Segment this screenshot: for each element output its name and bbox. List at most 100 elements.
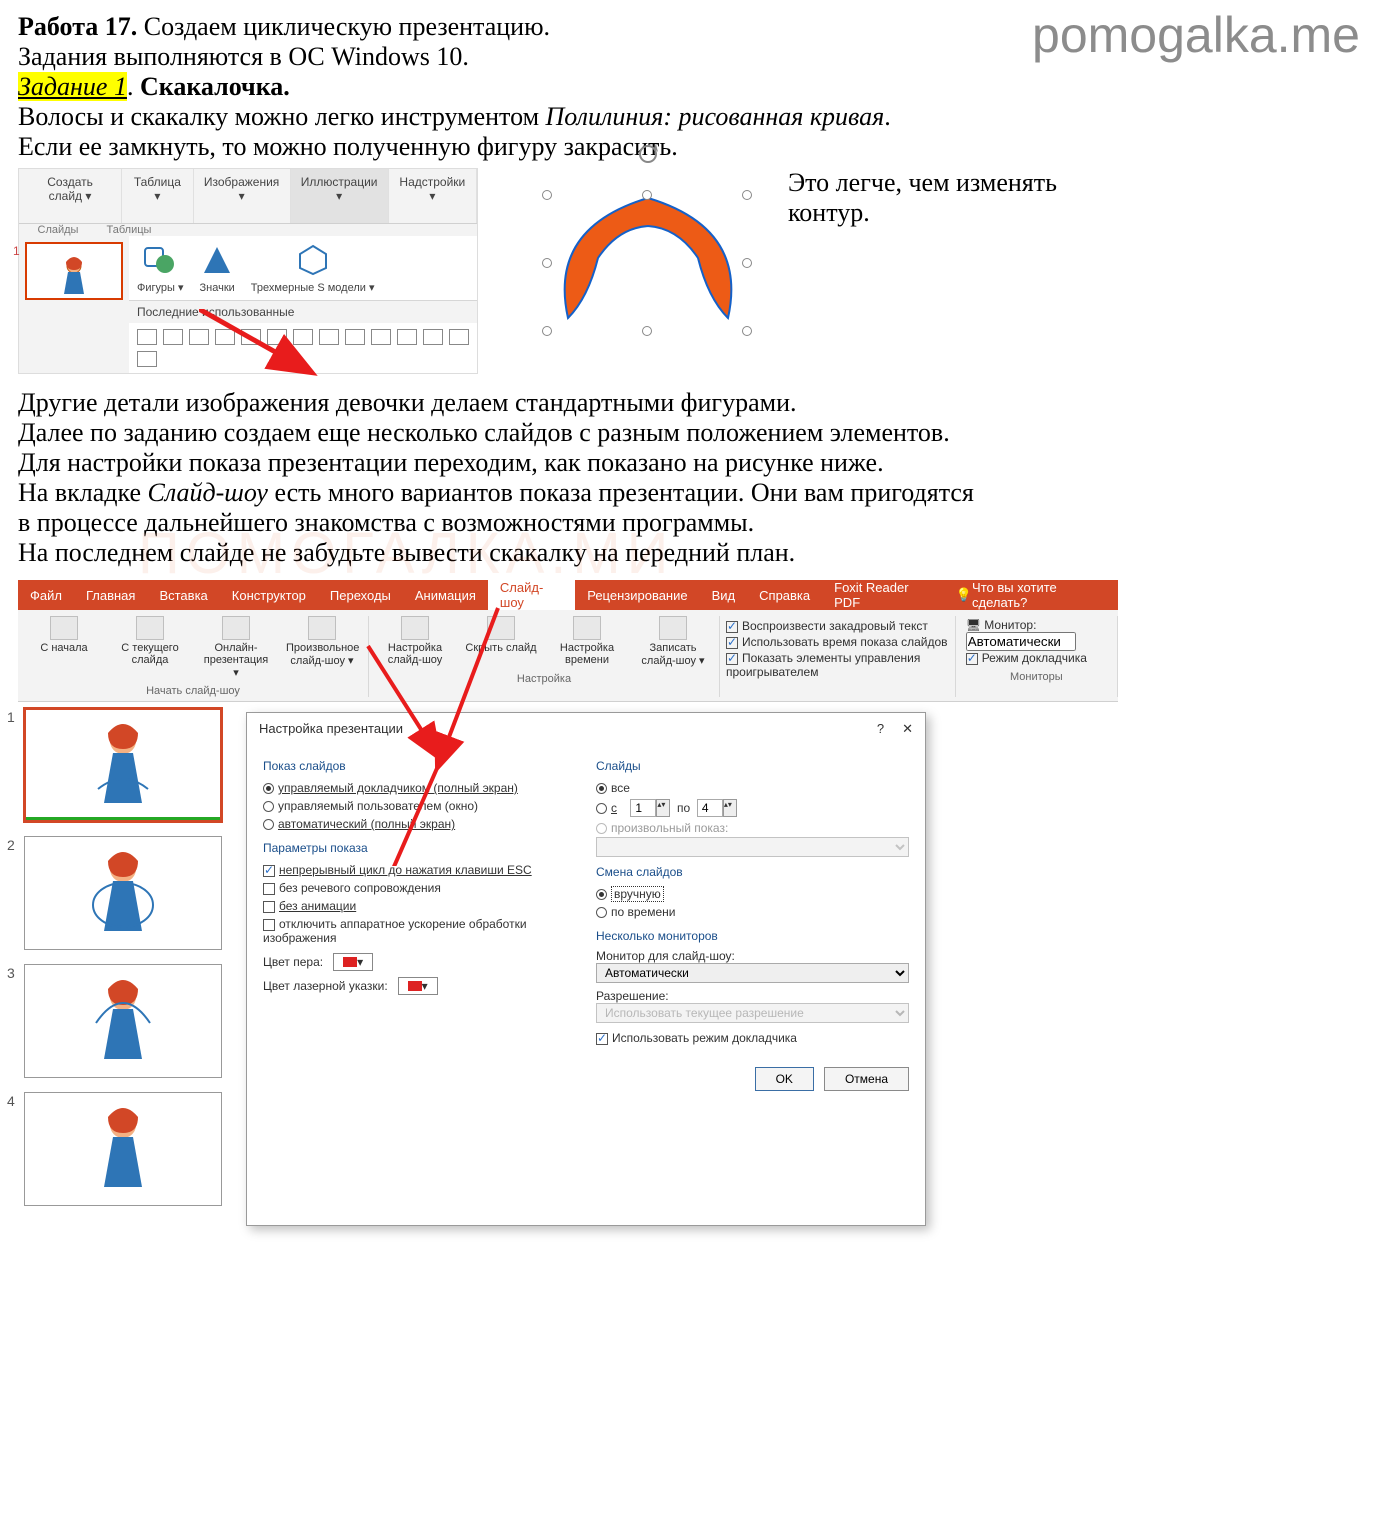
tab-home[interactable]: Главная — [74, 580, 147, 610]
shapes-dropdown[interactable]: Фигуры ▾ — [137, 242, 184, 294]
tab-insert[interactable]: Вставка — [147, 580, 219, 610]
ribbon-tabs: Файл Главная Вставка Конструктор Переход… — [18, 580, 1118, 610]
group-show-type: Показ слайдов — [263, 759, 576, 773]
btn-from-start[interactable]: С начала — [28, 616, 100, 679]
chk-use-presenter[interactable]: Использовать режим докладчика — [596, 1029, 909, 1047]
radio-browsed[interactable]: управляемый пользователем (окно) — [263, 797, 576, 815]
resolution-label: Разрешение: — [596, 989, 909, 1003]
ribbon-btn-new-slide[interactable]: Создать слайд ▾ — [19, 169, 122, 223]
ribbon-btn-images[interactable]: Изображения ▾ — [194, 169, 291, 223]
girl-icon — [88, 1103, 158, 1203]
ok-button[interactable]: OK — [755, 1067, 814, 1091]
help-icon[interactable]: ? — [877, 721, 884, 737]
rotate-handle-icon[interactable] — [638, 144, 658, 168]
slide-thumb-1[interactable]: 1 — [24, 708, 222, 822]
task-label: Задание 1 — [18, 72, 127, 101]
tab-foxit[interactable]: Foxit Reader PDF — [822, 580, 944, 610]
btn-custom-show[interactable]: Произвольное слайд-шоу ▾ — [286, 616, 358, 679]
slide-thumb-2[interactable]: 2 — [24, 836, 222, 950]
tool-name: Полилиния: рисованная кривая — [546, 102, 885, 131]
cancel-button[interactable]: Отмена — [824, 1067, 909, 1091]
slide-thumb-3[interactable]: 3 — [24, 964, 222, 1078]
side-note-2: контур. — [788, 198, 1057, 228]
radio-kiosk[interactable]: автоматический (полный экран) — [263, 815, 576, 833]
pen-color-label: Цвет пера: — [263, 955, 323, 969]
watermark: pomogalka.me — [1032, 6, 1360, 64]
tab-view[interactable]: Вид — [700, 580, 748, 610]
chk-no-animation[interactable]: без анимации — [263, 897, 576, 915]
selected-shape[interactable] — [538, 168, 758, 368]
slide-thumbnail-1[interactable]: 1 — [25, 242, 123, 300]
group-monitors: Несколько мониторов — [596, 929, 909, 943]
chk-timings[interactable]: Использовать время показа слайдов — [726, 634, 949, 650]
para2-1: Далее по заданию создаем еще несколько с… — [18, 418, 1382, 448]
custom-show-select — [596, 837, 909, 857]
red-arrow-icon — [199, 309, 329, 389]
group-label-start: Начать слайд-шоу — [28, 685, 358, 697]
girl-icon — [88, 719, 158, 819]
work-label: Работа 17. — [18, 12, 137, 41]
monitor-row: 🖥 Монитор: — [966, 618, 1107, 651]
close-icon[interactable]: ✕ — [902, 721, 913, 737]
task-line: Задание 1. Скакалочка. — [18, 72, 1382, 102]
group-label-slides: Слайды — [19, 224, 97, 236]
radio-custom-show: произвольный показ: — [596, 819, 909, 837]
ribbon-btn-illustrations[interactable]: Иллюстрации ▾ — [291, 169, 389, 223]
radio-timings[interactable]: по времени — [596, 903, 909, 921]
group-label-setup: Настройка — [379, 673, 709, 685]
group-slides: Слайды — [596, 759, 909, 773]
monitor-select-dialog[interactable]: Автоматически — [596, 963, 909, 983]
btn-hide-slide[interactable]: Скрыть слайд — [465, 616, 537, 667]
para2-2: Для настройки показа презентации переход… — [18, 448, 1382, 478]
group-advance: Смена слайдов — [596, 865, 909, 879]
para2-0: Другие детали изображения девочки делаем… — [18, 388, 1382, 418]
slide-thumb-4[interactable]: 4 — [24, 1092, 222, 1206]
para2-4: в процессе дальнейшего знакомства с возм… — [18, 508, 1382, 538]
resolution-select: Использовать текущее разрешение — [596, 1003, 909, 1023]
tell-me[interactable]: 💡 Что вы хотите сделать? — [944, 580, 1118, 610]
group-show-options: Параметры показа — [263, 841, 576, 855]
btn-from-current[interactable]: С текущего слайда — [114, 616, 186, 679]
tab-design[interactable]: Конструктор — [220, 580, 318, 610]
monitor-select[interactable] — [966, 632, 1076, 651]
laser-color-picker[interactable]: ▾ — [398, 977, 438, 995]
tab-slideshow[interactable]: Слайд-шоу — [488, 580, 575, 610]
girl-icon — [88, 975, 158, 1075]
tab-review[interactable]: Рецензирование — [575, 580, 699, 610]
radio-from-to[interactable]: с ▴▾ по ▴▾ — [596, 797, 909, 819]
chk-no-narration[interactable]: без речевого сопровождения — [263, 879, 576, 897]
para1-c: Если ее замкнуть, то можно полученную фи… — [18, 132, 1382, 162]
radio-speaker[interactable]: управляемый докладчиком (полный экран) — [263, 779, 576, 797]
para1: Волосы и скакалку можно легко инструмент… — [18, 102, 1382, 132]
ribbon-btn-addins[interactable]: Надстройки ▾ — [389, 169, 477, 223]
from-spin[interactable] — [630, 799, 656, 817]
to-spin[interactable] — [697, 799, 723, 817]
tab-animation[interactable]: Анимация — [403, 580, 488, 610]
tab-file[interactable]: Файл — [18, 580, 74, 610]
para2-3: На вкладке Слайд-шоу есть много варианто… — [18, 478, 1382, 508]
slide-panel: 1 2 3 4 — [18, 702, 228, 1226]
monitor-label: Монитор для слайд-шоу: — [596, 949, 909, 963]
btn-rehearse[interactable]: Настройка времени — [551, 616, 623, 667]
chk-loop[interactable]: непрерывный цикл до нажатия клавиши ESC — [263, 861, 576, 879]
dialog-title: Настройка презентации — [259, 721, 403, 737]
btn-setup-show[interactable]: Настройка слайд-шоу — [379, 616, 451, 667]
btn-record[interactable]: Записать слайд-шоу ▾ — [637, 616, 709, 667]
pen-color-picker[interactable]: ▾ — [333, 953, 373, 971]
group-label-monitors: Мониторы — [966, 671, 1107, 683]
chk-controls[interactable]: Показать элементы управления проигрывате… — [726, 650, 949, 680]
radio-all-slides[interactable]: все — [596, 779, 909, 797]
3d-models-button[interactable]: Трехмерные S модели ▾ — [251, 242, 375, 294]
chk-presenter-view[interactable]: Режим докладчика — [966, 651, 1087, 665]
work-title: Создаем циклическую презентацию. — [144, 12, 550, 41]
btn-online[interactable]: Онлайн-презентация ▾ — [200, 616, 272, 679]
radio-manual[interactable]: вручную — [596, 885, 909, 903]
side-note: Это легче, чем изменять — [788, 168, 1057, 198]
setup-show-dialog: Настройка презентации ? ✕ Показ слайдов … — [246, 712, 926, 1226]
tab-help[interactable]: Справка — [747, 580, 822, 610]
icons-button[interactable]: Значки — [200, 243, 235, 294]
tab-transitions[interactable]: Переходы — [318, 580, 403, 610]
ribbon-btn-table[interactable]: Таблица ▾ — [122, 169, 194, 223]
chk-no-hw-accel[interactable]: отключить аппаратное ускорение обработки… — [263, 915, 576, 947]
chk-narration[interactable]: Воспроизвести закадровый текст — [726, 618, 949, 634]
